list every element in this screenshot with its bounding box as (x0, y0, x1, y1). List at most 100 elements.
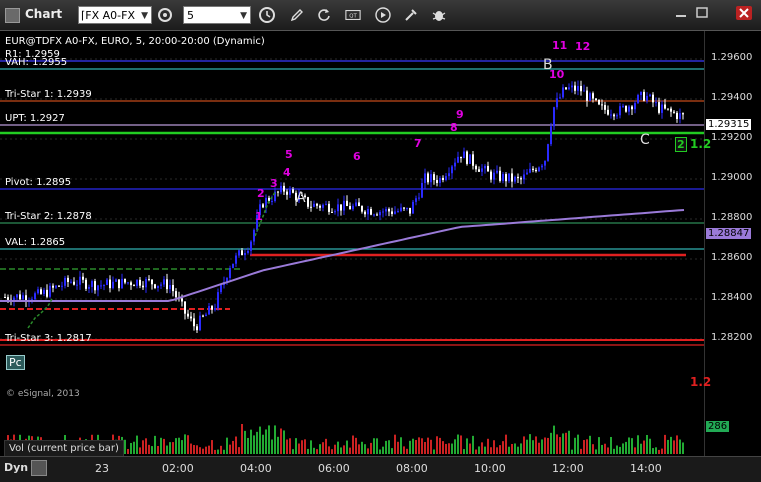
level-label: Tri-Star 2: 1.2878 (5, 211, 92, 222)
interval-input[interactable]: 5 ▼ (183, 6, 251, 24)
volume-bar (517, 446, 519, 454)
volume-bar (388, 440, 390, 454)
clock-icon[interactable] (259, 7, 275, 23)
volume-bar (526, 439, 528, 454)
volume-bar (493, 440, 495, 454)
candle-body (160, 284, 162, 286)
quote-icon[interactable]: QT (345, 7, 361, 23)
candle-body (343, 200, 345, 211)
settings-icon[interactable] (157, 7, 173, 23)
volume-bar (169, 442, 171, 454)
candle-body (88, 286, 90, 289)
candle-body (391, 211, 393, 214)
sequential-count-label: 10 (549, 68, 565, 81)
candle-body (433, 174, 435, 181)
volume-bar (406, 448, 408, 454)
chevron-down-icon[interactable]: ▼ (240, 7, 247, 25)
refresh-icon[interactable] (316, 7, 332, 23)
maximize-icon[interactable] (693, 5, 711, 21)
candle-body (637, 94, 639, 104)
volume-bar (268, 425, 270, 454)
lock-icon[interactable] (31, 460, 47, 476)
candle-body (196, 326, 198, 331)
volume-bar (262, 434, 264, 454)
candle-body (16, 294, 18, 298)
candle-body (193, 318, 195, 327)
volume-bar (646, 434, 648, 454)
chevron-down-icon[interactable]: ▼ (141, 7, 148, 25)
volume-bar (478, 446, 480, 454)
sequential-count-label: 2 (257, 187, 265, 200)
candle-body (316, 203, 318, 206)
candle-body (58, 285, 60, 287)
candle-body (607, 109, 609, 115)
volume-bar (151, 446, 153, 454)
volume-bar (352, 435, 354, 454)
symbol-input[interactable]: ⌈FX A0-FX ▼ (78, 6, 152, 24)
candle-body (148, 278, 150, 280)
volume-bar (667, 439, 669, 454)
candle-body (559, 97, 561, 99)
candle-body (322, 204, 324, 208)
price-tick-label: 1.29400 (711, 92, 753, 103)
volume-bar (475, 449, 477, 454)
volume-bar (400, 437, 402, 454)
close-icon[interactable] (735, 5, 753, 21)
candle-body (247, 250, 249, 253)
pencil-icon[interactable] (289, 7, 305, 23)
wave-label-c: C (640, 132, 650, 148)
candle-body (325, 203, 327, 205)
candle-body (352, 205, 354, 210)
candle-body (490, 171, 492, 180)
volume-bar (286, 439, 288, 454)
level-label: Pivot: 1.2895 (5, 177, 72, 188)
candle-body (328, 203, 330, 212)
candle-body (439, 177, 441, 183)
candle-body (355, 202, 357, 206)
play-icon[interactable] (375, 7, 391, 23)
time-tick-label: 06:00 (318, 462, 350, 475)
dynamic-button[interactable]: Dyn (4, 461, 28, 474)
candle-body (337, 204, 339, 212)
volume-bar (313, 447, 315, 454)
candle-body (250, 241, 252, 251)
price-tick-label: 1.28600 (711, 252, 753, 263)
volume-bar (490, 447, 492, 454)
volume-bar (502, 441, 504, 454)
candle-body (91, 281, 93, 287)
candle-body (493, 172, 495, 180)
candle-body (340, 204, 342, 211)
price-chart[interactable] (0, 31, 704, 405)
volume-bar (349, 447, 351, 454)
volume-bar (214, 449, 216, 454)
candle-body (292, 189, 294, 193)
volume-bar (331, 449, 333, 454)
volume-value-tag: 286 (706, 421, 730, 432)
candle-body (319, 205, 321, 208)
bug-icon[interactable] (431, 7, 447, 23)
candle-body (472, 154, 474, 166)
volume-bar (628, 437, 630, 454)
candle-body (373, 214, 375, 216)
candle-body (214, 308, 216, 310)
volume-bar (163, 438, 165, 454)
candle-body (631, 106, 633, 110)
candle-body (676, 112, 678, 119)
svg-text:QT: QT (349, 14, 357, 20)
sequential-count-label: 7 (414, 137, 422, 150)
tools-icon[interactable] (403, 7, 419, 23)
candle-body (67, 277, 69, 282)
candle-body (358, 202, 360, 207)
time-axis-bar[interactable]: Dyn 23 02:00 04:00 06:00 08:00 10:00 12:00 14:0… (0, 456, 761, 482)
candle-body (397, 211, 399, 213)
candle-body (619, 106, 621, 116)
volume-bar (658, 449, 660, 454)
volume-bar (457, 434, 459, 454)
minimize-icon[interactable] (672, 5, 690, 21)
candle-body (679, 113, 681, 119)
candle-body (601, 104, 603, 106)
candle-body (565, 87, 567, 90)
candle-body (400, 207, 402, 212)
candle-body (526, 172, 528, 175)
volume-bar (535, 436, 537, 454)
